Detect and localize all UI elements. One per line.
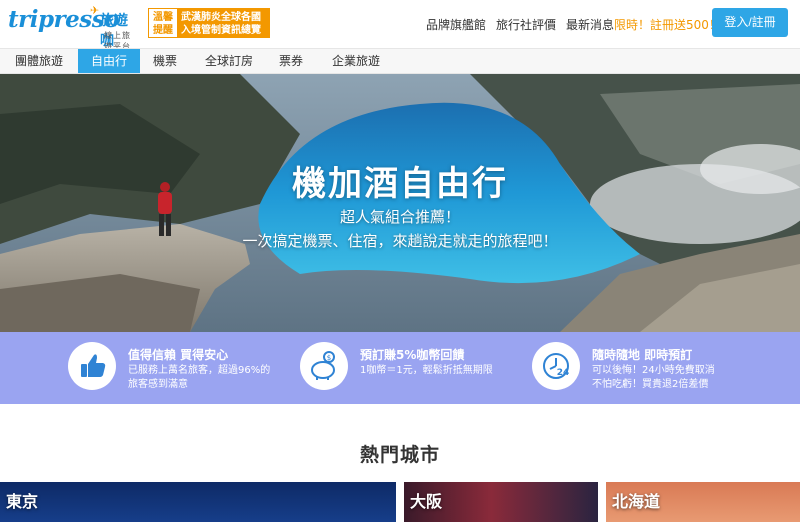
- city-name: 東京: [6, 492, 39, 511]
- hero-subtitle-2: 一次搞定機票、住宿，來趟說走就走的旅程吧！: [242, 232, 558, 250]
- tab-flights[interactable]: 機票: [140, 49, 190, 73]
- feature-anytime-desc: 可以後悔！24小時免費取消 不怕吃虧！買貴退2倍差價: [592, 364, 715, 392]
- plane-icon: ✈: [90, 4, 100, 17]
- feature-anytime-desc-line1: 可以後悔！24小時免費取消: [592, 365, 715, 376]
- feature-anytime: 24 隨時隨地 即時預訂 可以後悔！24小時免費取消 不怕吃虧！買貴退2倍差價: [532, 342, 762, 396]
- notice-tag: 溫馨提醒: [149, 9, 177, 37]
- feature-rewards-title: 預訂賺5%咖幣回饋: [360, 348, 465, 362]
- city-card-tokyo[interactable]: 東京: [0, 482, 396, 522]
- tripresso-logo[interactable]: tripresso ✈ 旅遊咖 線上旅遊平台: [8, 4, 138, 51]
- hero-subtitle-1: 超人氣組合推薦！: [339, 208, 460, 226]
- feature-trust-title: 值得信賴 買得安心: [128, 348, 229, 362]
- tab-hotels[interactable]: 全球訂房: [194, 49, 264, 73]
- feature-trust: 值得信賴 買得安心 已服務上萬名旅客，超過96%的 旅客感到滿意: [68, 342, 298, 396]
- news-promo: 限時！註冊送500！: [614, 18, 721, 32]
- svg-text:24: 24: [557, 368, 570, 378]
- feature-trust-desc-line1: 已服務上萬名旅客，超過96%的: [128, 365, 271, 376]
- login-register-button[interactable]: 登入/註冊: [712, 8, 788, 37]
- city-name: 大阪: [410, 492, 443, 511]
- feature-trust-desc: 已服務上萬名旅客，超過96%的 旅客感到滿意: [128, 364, 270, 392]
- feature-band: 值得信賴 買得安心 已服務上萬名旅客，超過96%的 旅客感到滿意 $ 預訂賺5%…: [0, 332, 800, 404]
- feature-anytime-desc-line2: 不怕吃虧！買貴退2倍差價: [592, 379, 709, 390]
- piggy-bank-icon: $: [300, 342, 348, 390]
- city-card-hokkaido[interactable]: 北海道: [606, 482, 800, 522]
- tab-tickets[interactable]: 票券: [266, 49, 316, 73]
- news-link[interactable]: 最新消息限時！註冊送500！: [566, 16, 721, 33]
- agency-review-link[interactable]: 旅行社評價: [496, 16, 556, 33]
- notice-text-line1: 武漢肺炎全球各國: [181, 12, 261, 23]
- svg-text:$: $: [327, 354, 331, 362]
- product-tabs: 團體旅遊 自由行 機票 全球訂房 票券 企業旅遊: [0, 48, 800, 74]
- brand-store-link[interactable]: 品牌旗艦館: [426, 16, 486, 33]
- feature-rewards-desc-line1: 1咖幣＝1元，輕鬆折抵無期限: [360, 365, 493, 376]
- news-label: 最新消息: [566, 18, 615, 32]
- thumbs-up-icon: [68, 342, 116, 390]
- covid-notice-banner[interactable]: 溫馨提醒 武漢肺炎全球各國 入境管制資訊總覽: [148, 8, 270, 38]
- hero-title: 機加酒自由行: [292, 164, 508, 204]
- notice-text-line2: 入境管制資訊總覽: [181, 25, 261, 36]
- hero-banner: 機加酒自由行 超人氣組合推薦！ 一次搞定機票、住宿，來趟說走就走的旅程吧！: [0, 74, 800, 332]
- feature-rewards-desc: 1咖幣＝1元，輕鬆折抵無期限: [360, 364, 493, 378]
- tab-corporate-travel[interactable]: 企業旅遊: [320, 49, 392, 73]
- clock-24-icon: 24: [532, 342, 580, 390]
- tab-free-travel[interactable]: 自由行: [78, 49, 140, 73]
- feature-anytime-title: 隨時隨地 即時預訂: [592, 348, 693, 362]
- city-card-osaka[interactable]: 大阪: [404, 482, 598, 522]
- feature-trust-desc-line2: 旅客感到滿意: [128, 379, 188, 390]
- site-header: tripresso ✈ 旅遊咖 線上旅遊平台 溫馨提醒 武漢肺炎全球各國 入境管…: [0, 0, 800, 51]
- notice-text: 武漢肺炎全球各國 入境管制資訊總覽: [177, 9, 269, 37]
- feature-rewards: $ 預訂賺5%咖幣回饋 1咖幣＝1元，輕鬆折抵無期限: [300, 342, 530, 396]
- city-name: 北海道: [612, 492, 661, 511]
- hot-cities-title: 熱門城市: [359, 444, 440, 466]
- tab-group-tour[interactable]: 團體旅遊: [0, 49, 78, 73]
